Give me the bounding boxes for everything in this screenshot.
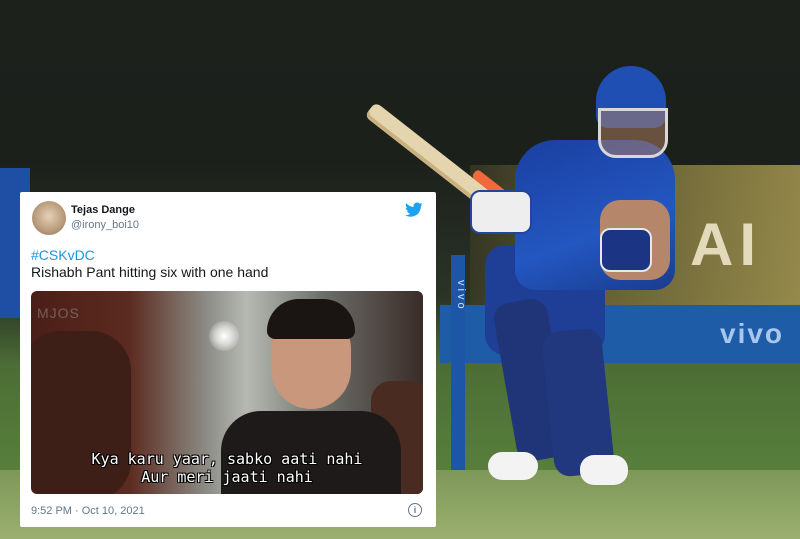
author-handle[interactable]: @irony_boi10: [71, 219, 139, 231]
right-glove: [600, 228, 652, 272]
helmet-grill: [598, 108, 668, 158]
ad-text: vivo: [720, 318, 785, 349]
stump-post-text: vivo: [455, 280, 467, 312]
media-light: [209, 321, 239, 351]
right-shoe: [580, 455, 628, 485]
media-hair: [267, 299, 355, 339]
avatar[interactable]: [32, 201, 66, 235]
subtitle-line-2: Aur meri jaati nahi: [141, 468, 313, 486]
author-name[interactable]: Tejas Dange: [71, 204, 135, 216]
left-shoe: [488, 452, 538, 480]
info-icon[interactable]: i: [408, 503, 422, 517]
media-watermark: MJOS: [37, 305, 80, 321]
board-text: AI: [690, 211, 762, 278]
tweet-card[interactable]: Tejas Dange @irony_boi10 #CSKvDC Rishabh…: [20, 192, 436, 527]
hashtag-link[interactable]: #CSKvDC: [31, 247, 95, 263]
tweet-text: Rishabh Pant hitting six with one hand: [31, 264, 269, 280]
tweet-timestamp[interactable]: 9:52 PM · Oct 10, 2021: [31, 505, 145, 517]
left-glove: [470, 190, 532, 234]
tweet-media[interactable]: MJOS Kya karu yaar, sabko aati nahi Aur …: [31, 291, 423, 494]
subtitle-line-1: Kya karu yaar, sabko aati nahi: [91, 450, 363, 468]
twitter-bird-icon[interactable]: [405, 202, 423, 218]
